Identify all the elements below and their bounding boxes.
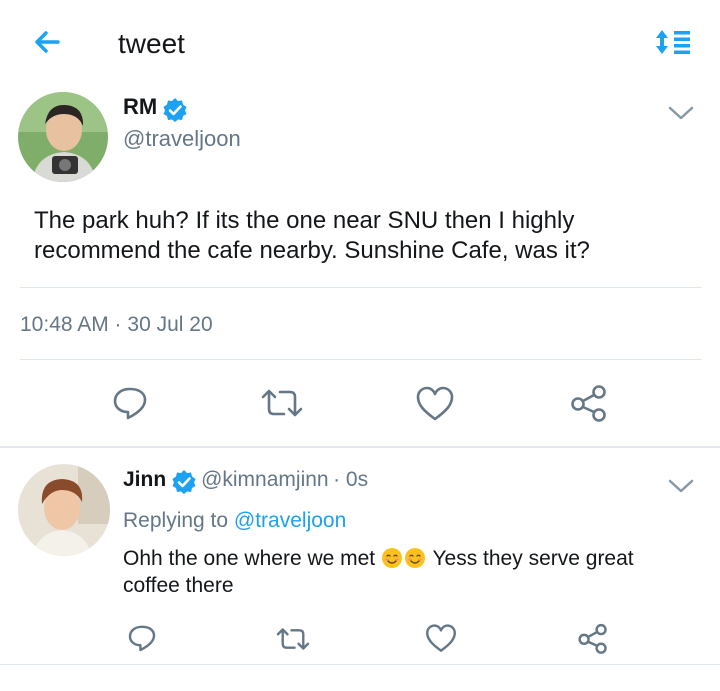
reply-text-part: Ohh the one where we met	[123, 547, 376, 570]
reply-share-button[interactable]	[576, 622, 610, 655]
smiling-face-emoji-icon	[404, 547, 426, 569]
reply-button[interactable]	[110, 385, 150, 421]
avatar-rm[interactable]	[18, 92, 108, 182]
section-divider	[0, 446, 720, 448]
avatar-image	[18, 92, 108, 182]
retweet-icon	[261, 389, 303, 417]
like-button[interactable]	[414, 385, 456, 423]
divider	[20, 359, 702, 360]
back-button[interactable]	[28, 24, 68, 60]
author-line: RM	[123, 94, 188, 123]
share-icon	[571, 385, 606, 422]
tweet-timestamp[interactable]: 10:48 AM · 30 Jul 20	[20, 313, 213, 337]
reply-author-name[interactable]: Jinn	[123, 468, 166, 491]
retweet-icon	[276, 628, 310, 650]
reply-retweet-button[interactable]	[274, 624, 312, 654]
author-name[interactable]: RM	[123, 94, 157, 119]
replying-to-label: Replying to	[123, 509, 229, 532]
like-icon	[416, 386, 454, 421]
replying-to-link[interactable]: @traveljoon	[234, 509, 346, 532]
sort-icon	[656, 30, 690, 54]
retweet-button[interactable]	[258, 385, 306, 421]
replying-to-line: Replying to @traveljoon	[123, 509, 346, 533]
reply-author-handle[interactable]: @kimnamjinn	[201, 468, 329, 491]
smiling-face-emoji-icon	[381, 547, 403, 569]
reply-tweet-text: Ohh the one where we met 😊😊 Yess they se…	[123, 545, 683, 599]
share-button[interactable]	[568, 383, 610, 423]
chevron-down-icon	[668, 106, 694, 120]
sort-button[interactable]	[652, 26, 696, 58]
reply-author-line: Jinn @kimnamjinn · 0s	[123, 468, 368, 495]
divider	[20, 287, 702, 288]
reply-like-button[interactable]	[424, 623, 458, 654]
divider	[0, 664, 720, 665]
chevron-down-icon	[668, 479, 694, 493]
reply-icon	[128, 625, 156, 652]
tweet-text: The park huh? If its the one near SNU th…	[34, 207, 590, 264]
avatar-jinn[interactable]	[18, 464, 110, 556]
author-handle[interactable]: @traveljoon	[123, 126, 241, 152]
verified-badge-icon	[171, 469, 197, 495]
arrow-left-icon	[35, 31, 60, 53]
reply-icon	[113, 387, 147, 420]
like-icon	[426, 624, 456, 652]
verified-badge-icon	[162, 97, 188, 123]
avatar-image	[18, 464, 110, 556]
more-options-button[interactable]	[666, 103, 696, 123]
reply-more-options-button[interactable]	[666, 476, 696, 496]
page-title: tweet	[118, 28, 185, 59]
reply-reply-button[interactable]	[126, 623, 158, 653]
share-icon	[578, 623, 607, 654]
reply-time: · 0s	[333, 468, 369, 491]
